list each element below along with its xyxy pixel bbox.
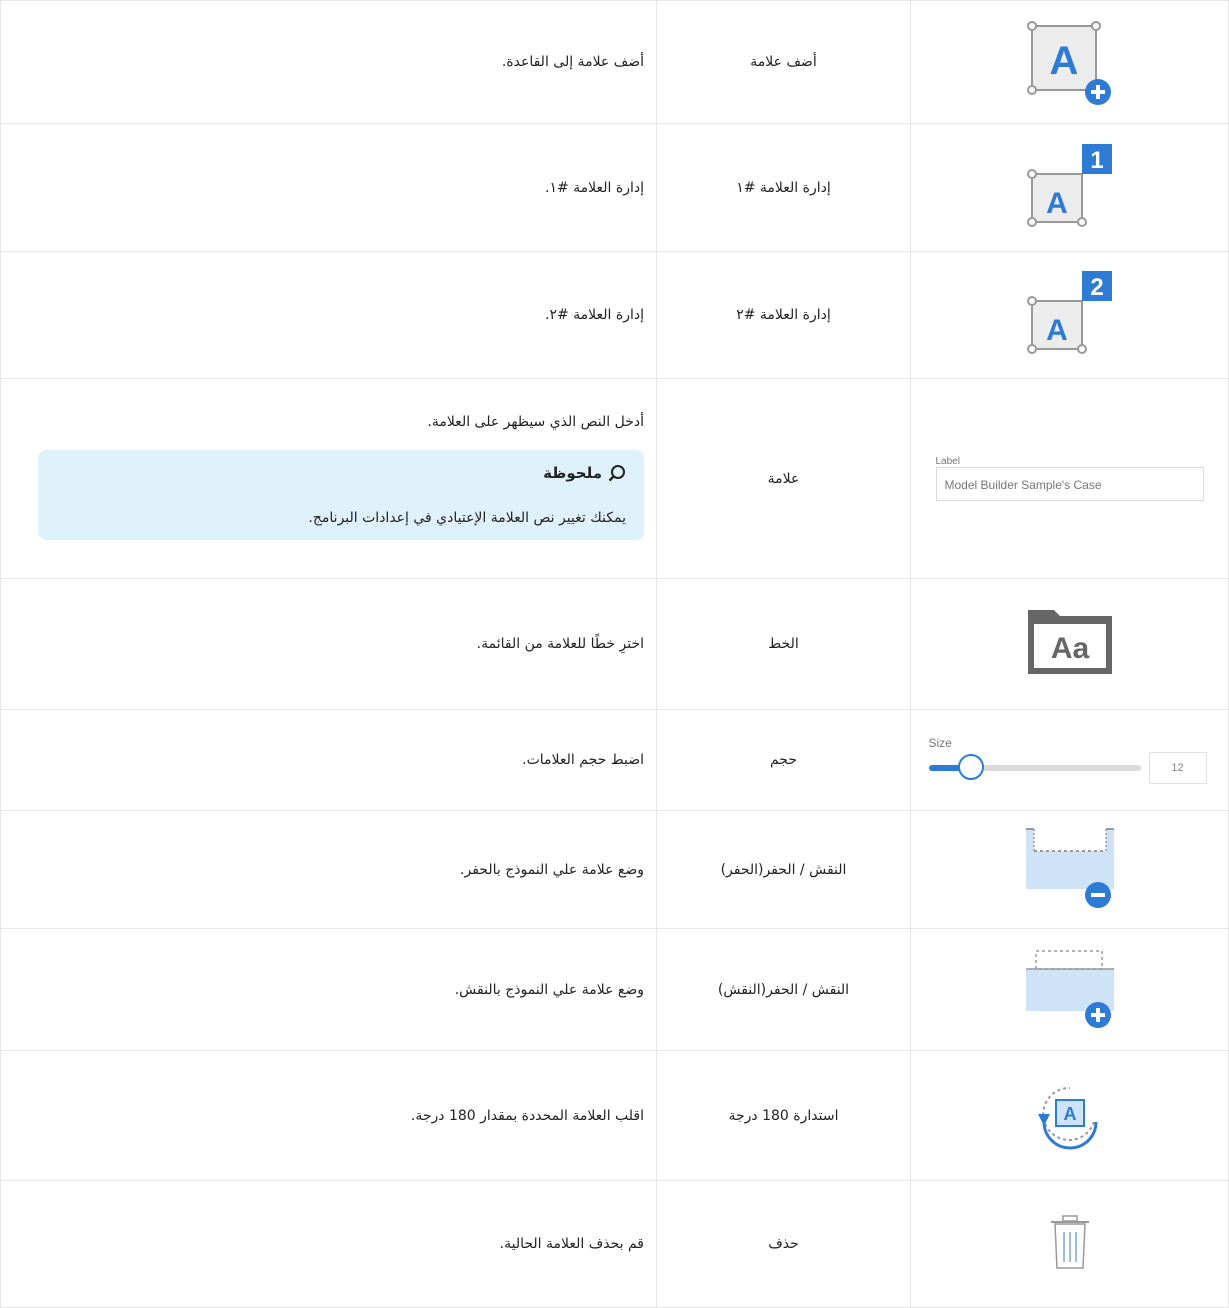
- note-title: ملحوظة: [543, 463, 602, 482]
- table-row: حذف قم بحذف العلامة الحالية.: [0, 1180, 1229, 1308]
- magnifier-icon: [608, 464, 625, 481]
- tool-name: علامة: [656, 378, 911, 579]
- icon-cell: Size 12: [910, 709, 1229, 811]
- size-slider-track[interactable]: [928, 754, 1141, 780]
- table-row: A 2 إدارة العلامة #٢ إدارة العلامة #٢.: [0, 251, 1229, 379]
- icon-cell: Aa: [910, 578, 1229, 710]
- engrave-icon[interactable]: [1022, 823, 1118, 913]
- label-field: Label Model Builder Sample's Case: [935, 456, 1204, 501]
- tool-description: وضع علامة علي النموذج بالنقش.: [0, 928, 657, 1051]
- note-box: ملحوظة يمكنك تغيير نص العلامة الإعتيادي …: [38, 449, 644, 540]
- icon-cell: A: [910, 1050, 1229, 1181]
- note-body: يمكنك تغيير نص العلامة الإعتيادي في إعدا…: [308, 509, 626, 526]
- note-header: ملحوظة: [56, 464, 626, 482]
- manage-label-2-icon[interactable]: A 2: [1020, 265, 1120, 361]
- tool-description: إدارة العلامة #١.: [0, 123, 657, 252]
- trash-icon[interactable]: [1040, 1212, 1100, 1272]
- table-row: A أضف علامة أضف علامة إلى القاعدة.: [0, 0, 1229, 124]
- table-row: النقش / الحفر(النقش) وضع علامة علي النمو…: [0, 928, 1229, 1051]
- tool-description: أضف علامة إلى القاعدة.: [0, 0, 657, 124]
- tool-description: اخترِ خطًا للعلامة من القائمة.: [0, 578, 657, 710]
- icon-cell: [910, 1180, 1229, 1308]
- tool-description: قم بحذف العلامة الحالية.: [0, 1180, 657, 1308]
- tool-name: حجم: [656, 709, 911, 811]
- tool-name: إدارة العلامة #١: [656, 123, 911, 252]
- table-row: النقش / الحفر(الحفر) وضع علامة علي النمو…: [0, 810, 1229, 929]
- label-field-caption: Label: [935, 456, 960, 467]
- tool-name: إدارة العلامة #٢: [656, 251, 911, 379]
- toolbar-reference-table: A أضف علامة أضف علامة إلى القاعدة. A 1 إ…: [0, 0, 1229, 1308]
- table-row: Aa الخط اخترِ خطًا للعلامة من القائمة.: [0, 578, 1229, 710]
- font-icon-text: Aa: [1050, 632, 1089, 665]
- tool-name: الخط: [656, 578, 911, 710]
- tool-description: أدخل النص الذي سيظهر على العلامة.: [427, 413, 644, 430]
- tool-name: حذف: [656, 1180, 911, 1308]
- icon-cell: A: [910, 0, 1229, 124]
- svg-text:A: A: [1046, 314, 1068, 347]
- size-label: Size: [928, 736, 952, 750]
- svg-text:A: A: [1046, 187, 1068, 220]
- table-row: Label Model Builder Sample's Case علامة …: [0, 378, 1229, 579]
- tool-name: النقش / الحفر(الحفر): [656, 810, 911, 929]
- tool-description: وضع علامة علي النموذج بالحفر.: [0, 810, 657, 929]
- size-slider: Size 12: [928, 736, 1211, 784]
- tool-description: إدارة العلامة #٢.: [0, 251, 657, 379]
- table-row: A 1 إدارة العلامة #١ إدارة العلامة #١.: [0, 123, 1229, 252]
- size-value-input[interactable]: 12: [1148, 752, 1207, 784]
- manage-label-1-icon[interactable]: A 1: [1020, 138, 1120, 234]
- badge-number: 2: [1090, 274, 1103, 301]
- table-row: A استدارة 180 درجة اقلب العلامة المحددة …: [0, 1050, 1229, 1181]
- icon-cell: [910, 928, 1229, 1051]
- icon-cell: A 1: [910, 123, 1229, 252]
- svg-text:A: A: [1063, 1104, 1076, 1124]
- svg-text:A: A: [1049, 39, 1078, 83]
- tool-name: استدارة 180 درجة: [656, 1050, 911, 1181]
- icon-cell: [910, 810, 1229, 929]
- rotate-180-icon[interactable]: A: [1030, 1074, 1110, 1154]
- badge-number: 1: [1090, 147, 1103, 174]
- tool-description: اقلب العلامة المحددة بمقدار 180 درجة.: [0, 1050, 657, 1181]
- icon-cell: Label Model Builder Sample's Case: [910, 378, 1229, 579]
- emboss-icon[interactable]: [1022, 943, 1118, 1033]
- table-row: Size 12 حجم اضبط حجم العلامات.: [0, 709, 1229, 811]
- add-label-icon[interactable]: A: [1022, 12, 1118, 108]
- tool-description-block: أدخل النص الذي سيظهر على العلامة. ملحوظة…: [0, 378, 657, 579]
- font-icon[interactable]: Aa: [1024, 606, 1116, 678]
- tool-description: اضبط حجم العلامات.: [0, 709, 657, 811]
- size-slider-handle[interactable]: [957, 754, 984, 780]
- tool-name: أضف علامة: [656, 0, 911, 124]
- tool-name: النقش / الحفر(النقش): [656, 928, 911, 1051]
- icon-cell: A 2: [910, 251, 1229, 379]
- label-text-input[interactable]: Model Builder Sample's Case: [935, 467, 1204, 501]
